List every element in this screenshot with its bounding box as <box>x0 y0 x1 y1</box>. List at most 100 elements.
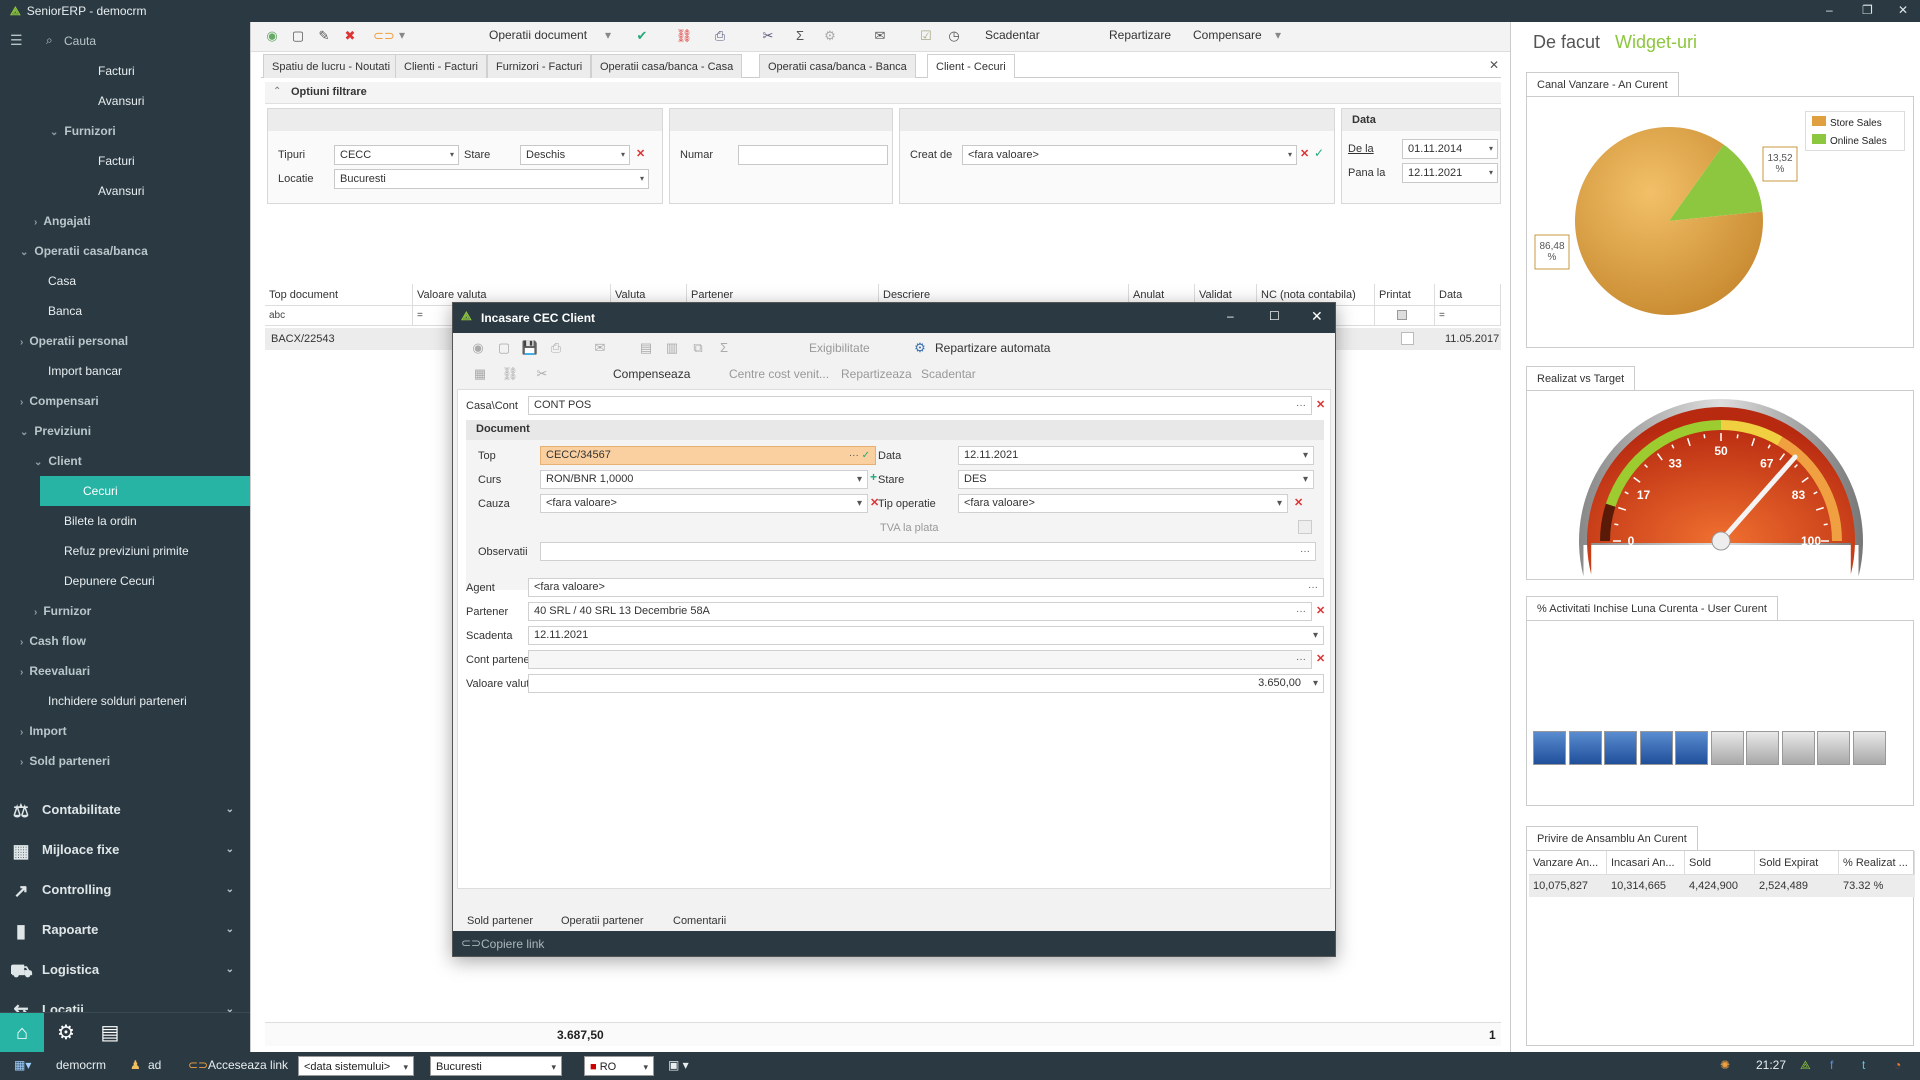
tip-operatie-field[interactable]: <fara valoare> ▾ <box>958 494 1288 513</box>
maximize-button[interactable]: ❐ <box>1862 3 1873 17</box>
document-tab[interactable]: Client - Cecuri <box>927 54 1015 78</box>
date-select[interactable]: <data sistemului> ▾ <box>298 1056 414 1076</box>
stare-field[interactable]: DES ▾ <box>958 470 1314 489</box>
sidebar-item[interactable]: ⌄ Client <box>34 450 82 472</box>
date-from-input[interactable]: 01.11.2014 ▾ <box>1402 139 1498 159</box>
locatie-select[interactable]: Bucuresti ▾ <box>334 169 649 189</box>
sidebar-item[interactable]: › Angajati <box>34 210 91 232</box>
filter-header[interactable]: ⌃ Optiuni filtrare <box>265 82 1501 104</box>
confirm-icon[interactable]: ✓ <box>1314 146 1324 160</box>
facebook-icon[interactable]: f <box>1830 1058 1833 1072</box>
validate-icon[interactable]: ✔ <box>633 27 651 45</box>
delete-icon[interactable]: ✖ <box>341 27 359 45</box>
notification-icon[interactable]: ✺ <box>1720 1058 1730 1072</box>
scadentar-menu[interactable]: Scadentar <box>921 367 976 381</box>
sidebar-item[interactable]: Facturi <box>98 60 135 82</box>
sidebar-item[interactable]: › Import <box>20 720 67 742</box>
sidebar-item[interactable]: Import bancar <box>48 360 122 382</box>
tva-checkbox[interactable] <box>1298 520 1312 534</box>
back-icon[interactable]: ◉ <box>263 27 281 45</box>
sidebar-item[interactable]: › Compensari <box>20 390 99 412</box>
menu-icon[interactable]: ☰ <box>10 32 23 49</box>
back-icon[interactable]: ◉ <box>469 339 487 357</box>
rss-icon[interactable]: ◔ <box>1894 1058 1901 1072</box>
doc-icon[interactable]: ▤ <box>637 339 655 357</box>
curs-field[interactable]: RON/BNR 1,0000 ▾ <box>540 470 868 489</box>
compensare-menu[interactable]: Compensare <box>1193 28 1262 42</box>
module-item[interactable]: ▮ Rapoarte ⌄ <box>0 910 250 950</box>
operatii-document-menu[interactable]: Operatii document <box>489 28 587 42</box>
layout-icon[interactable]: ▣ ▾ <box>668 1058 689 1072</box>
document-tab[interactable]: Operatii casa/banca - Casa <box>591 54 743 78</box>
filter-checkbox[interactable] <box>1397 310 1407 321</box>
overview-header[interactable]: Vanzare An... <box>1529 851 1607 875</box>
top-field[interactable]: CECC/34567 ··· ✓ <box>540 446 876 465</box>
attach-icon[interactable]: ✂ <box>759 27 777 45</box>
sidebar-item[interactable]: › Furnizor <box>34 600 91 622</box>
close-tab-icon[interactable]: ✕ <box>1489 58 1499 72</box>
overview-header[interactable]: Incasari An... <box>1607 851 1685 875</box>
dialog-close-button[interactable]: ✕ <box>1311 308 1323 325</box>
sidebar-item[interactable]: Refuz previziuni primite <box>64 540 189 562</box>
column-header[interactable]: Printat <box>1375 284 1435 306</box>
tipuri-select[interactable]: CECC ▾ <box>334 145 459 165</box>
scadentar-button[interactable]: Scadentar <box>985 28 1040 42</box>
new-icon[interactable]: ▢ <box>495 339 513 357</box>
gear-icon[interactable]: ⚙ <box>821 27 839 45</box>
save-icon[interactable]: 💾 <box>521 339 539 357</box>
report-icon[interactable]: ▤ <box>88 1013 132 1053</box>
print-icon[interactable]: ⎙ <box>547 339 565 357</box>
clear-cont-partener-icon[interactable]: ✕ <box>1316 652 1325 665</box>
copy-icon[interactable]: ⧉ <box>689 339 707 357</box>
compenseaza-menu[interactable]: Compenseaza <box>613 367 690 381</box>
edit-icon[interactable]: ✎ <box>315 27 333 45</box>
column-filter[interactable] <box>1375 306 1435 326</box>
unlink-icon[interactable]: ⛓ <box>675 27 693 45</box>
mail-icon[interactable]: ✉ <box>591 339 609 357</box>
document-tab[interactable]: Operatii casa/banca - Banca <box>759 54 916 78</box>
clear-partener-icon[interactable]: ✕ <box>1316 604 1325 617</box>
printat-checkbox[interactable] <box>1401 332 1414 345</box>
sidebar-item[interactable]: Inchidere solduri parteneri <box>48 690 187 712</box>
data-field[interactable]: 12.11.2021 ▾ <box>958 446 1314 465</box>
calendar-icon[interactable]: ◷ <box>945 27 963 45</box>
app-icon[interactable]: ⟁ <box>1800 1058 1811 1073</box>
sum-icon[interactable]: Σ <box>791 27 809 45</box>
tab-sold-partener[interactable]: Sold partener <box>467 915 533 927</box>
document-tab[interactable]: Spatiu de lucru - Noutati <box>263 54 400 78</box>
observatii-field[interactable]: ··· <box>540 542 1316 561</box>
task-icon[interactable]: ☑ <box>917 27 935 45</box>
grid-icon[interactable]: ▦ <box>471 365 489 383</box>
sidebar-item[interactable]: Bilete la ordin <box>64 510 137 532</box>
list-icon[interactable]: ▥ <box>663 339 681 357</box>
sidebar-item[interactable]: Avansuri <box>98 90 144 112</box>
column-header[interactable]: Data <box>1435 284 1501 306</box>
exigibilitate-menu[interactable]: Exigibilitate <box>809 341 870 355</box>
add-curs-icon[interactable]: + <box>870 470 877 484</box>
sidebar-item[interactable]: › Cash flow <box>20 630 86 652</box>
repartizare-button[interactable]: Repartizare <box>1109 28 1171 42</box>
centre-cost-button[interactable]: Centre cost venit... <box>729 367 829 381</box>
overview-header[interactable]: Sold <box>1685 851 1755 875</box>
creat-de-select[interactable]: <fara valoare> ▾ <box>962 145 1297 165</box>
link-icon[interactable]: ⛓ <box>501 365 519 383</box>
language-select[interactable]: ■ RO ▾ <box>584 1056 654 1076</box>
numar-input[interactable] <box>738 145 888 165</box>
minimize-button[interactable]: – <box>1826 3 1833 17</box>
sidebar-item[interactable]: Depunere Cecuri <box>64 570 155 592</box>
sidebar-item[interactable]: Facturi <box>98 150 135 172</box>
dialog-maximize-button[interactable]: ☐ <box>1269 309 1280 323</box>
user-name[interactable]: ad <box>148 1058 161 1072</box>
dialog-minimize-button[interactable]: – <box>1227 309 1234 323</box>
print-icon[interactable]: ⎙ <box>711 27 729 45</box>
sidebar-item[interactable]: › Operatii personal <box>20 330 128 352</box>
clear-tip-operatie-icon[interactable]: ✕ <box>1294 496 1303 509</box>
tab-widgets[interactable]: Widget-uri <box>1615 32 1697 53</box>
grid-menu-icon[interactable]: ▦▾ <box>14 1058 31 1072</box>
module-item[interactable]: ↗ Controlling ⌄ <box>0 870 250 910</box>
search-input[interactable]: Cauta <box>64 34 96 48</box>
gear-icon[interactable]: ⚙ <box>911 339 929 357</box>
cont-partener-field[interactable]: ··· <box>528 650 1312 669</box>
agent-field[interactable]: <fara valoare> ··· <box>528 578 1324 597</box>
scadenta-field[interactable]: 12.11.2021 ▾ <box>528 626 1324 645</box>
